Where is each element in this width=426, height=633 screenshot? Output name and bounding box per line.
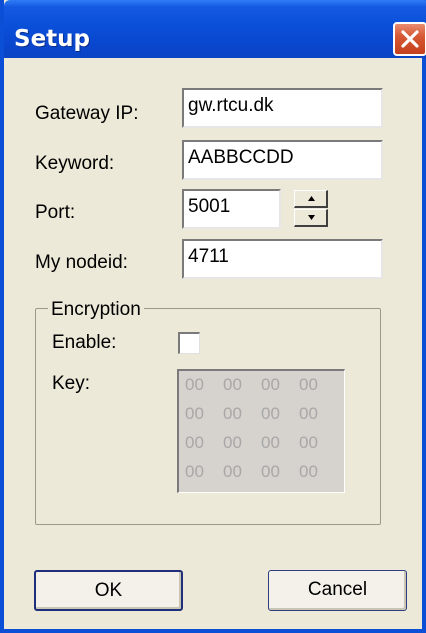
key-row: 00 00 00 00 [185,404,344,433]
encryption-group-label: Encryption [48,299,144,321]
key-label: Key: [52,373,91,394]
port-spin-up-button[interactable] [294,190,328,208]
key-cell: 00 [185,433,204,452]
key-cell: 00 [261,375,280,394]
port-input[interactable]: 5001 [182,189,281,229]
enable-label: Enable: [52,332,117,353]
key-row: 00 00 00 00 [185,462,344,491]
cancel-button[interactable]: Cancel [268,570,407,611]
close-x-icon [401,30,419,48]
nodeid-input[interactable]: 4711 [182,239,383,279]
key-cell: 00 [299,462,318,481]
key-cell: 00 [223,375,242,394]
close-button[interactable] [393,22,426,56]
key-row: 00 00 00 00 [185,433,344,462]
gateway-ip-label: Gateway IP: [35,103,139,124]
key-row: 00 00 00 00 [185,375,344,404]
keyword-input[interactable]: AABBCCDD [182,140,383,180]
key-cell: 00 [299,375,318,394]
port-spin-down-button[interactable] [294,209,328,227]
nodeid-label: My nodeid: [35,252,128,273]
caret-down-icon [308,215,315,220]
port-label: Port: [35,202,76,223]
key-cell: 00 [223,462,242,481]
keyword-label: Keyword: [35,153,115,174]
key-cell: 00 [223,404,242,423]
key-grid: 00 00 00 00 00 00 00 00 00 00 00 00 00 0… [177,369,345,493]
key-cell: 00 [299,433,318,452]
gateway-ip-input[interactable]: gw.rtcu.dk [182,88,383,128]
key-cell: 00 [223,433,242,452]
key-cell: 00 [299,404,318,423]
key-cell: 00 [261,462,280,481]
enable-checkbox[interactable] [178,332,200,354]
window-title: Setup [14,26,90,52]
key-cell: 00 [185,375,204,394]
caret-up-icon [308,196,315,201]
ok-button[interactable]: OK [34,570,183,611]
title-bar[interactable]: Setup [4,0,426,58]
key-cell: 00 [185,462,204,481]
key-cell: 00 [261,404,280,423]
key-cell: 00 [185,404,204,423]
key-cell: 00 [261,433,280,452]
